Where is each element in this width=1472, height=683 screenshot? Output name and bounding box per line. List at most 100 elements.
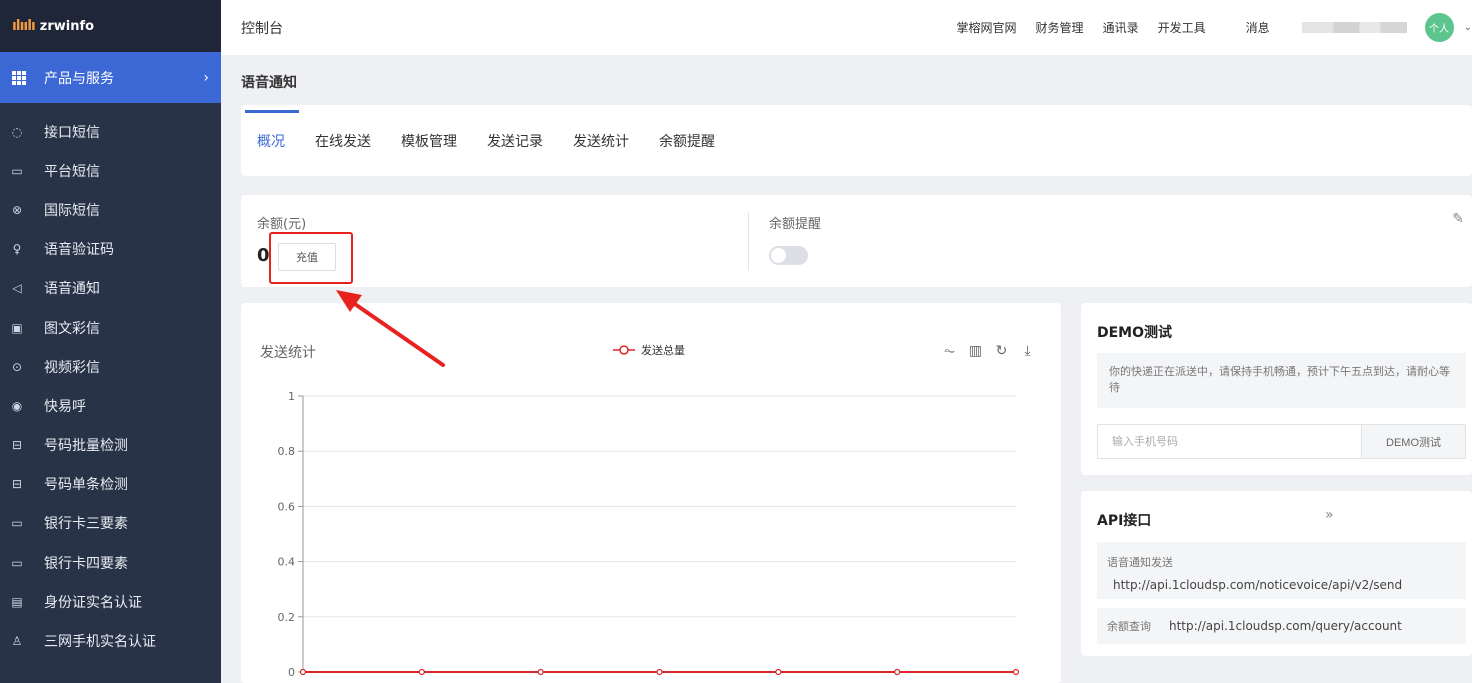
sidebar-item-intl-sms[interactable]: ⊗ 国际短信 — [0, 190, 221, 229]
edit-icon[interactable]: ✎ — [1452, 211, 1464, 227]
api-row-url[interactable]: http://api.1cloudsp.com/query/account — [1169, 619, 1402, 633]
tab-online-send[interactable]: 在线发送 — [315, 131, 371, 151]
sidebar-section-label: 产品与服务 — [44, 70, 114, 87]
sidebar-item-platform-sms[interactable]: ▭ 平台短信 — [0, 151, 221, 190]
sidebar-item-id-verify[interactable]: ▤ 身份证实名认证 — [0, 582, 221, 621]
users-icon: ♙ — [11, 634, 23, 649]
sidebar-item-quick-call[interactable]: ◉ 快易呼 — [0, 386, 221, 425]
globe-icon: ⊗ — [11, 202, 23, 217]
sidebar-item-api-sms[interactable]: ◌ 接口短信 — [0, 112, 221, 151]
sidebar-item-label: 语音通知 — [44, 281, 100, 298]
demo-description: 你的快递正在派送中，请保持手机畅通，预计下午五点到达，请耐心等待 — [1097, 353, 1466, 408]
divider — [748, 212, 749, 270]
chart-panel: 发送统计 发送总量 ⏦ ▥ ↻ ⤓ 1 0.8 0.6 0.4 0.2 0 — [241, 303, 1061, 683]
sidebar-item-voice-code[interactable]: ♀ 语音验证码 — [0, 230, 221, 269]
speaker-icon: ◁ — [12, 281, 22, 296]
api-title: API接口 — [1097, 513, 1152, 529]
chevron-right-icon: › — [203, 69, 209, 86]
tab-overview[interactable]: 概况 — [245, 109, 299, 151]
grid-icon — [12, 70, 26, 85]
sidebar-menu: ◌ 接口短信 ▭ 平台短信 ⊗ 国际短信 ♀ 语音验证码 ◁ 语音通知 ▣ 图文彩信 ⊙ 视频… — [0, 103, 221, 661]
page-title: 控制台 — [241, 20, 283, 37]
y-tick-label: 0.8 — [278, 445, 296, 458]
api-row-voice-notice: 语音通知发送 http://api.1cloudsp.com/noticevoic… — [1097, 542, 1466, 599]
chart-plot: 1 0.8 0.6 0.4 0.2 0 — [278, 390, 1020, 679]
sidebar-item-batch-check[interactable]: ⊟ 号码批量检测 — [0, 426, 221, 465]
balance-panel: 余额(元) 0 充值 余额提醒 ✎ — [241, 195, 1472, 287]
tabs-panel: 概况 在线发送 模板管理 发送记录 发送统计 余额提醒 — [241, 105, 1472, 176]
tab-templates[interactable]: 模板管理 — [401, 131, 457, 151]
scan-icon: ⊟ — [11, 477, 23, 492]
tab-send-records[interactable]: 发送记录 — [487, 131, 543, 151]
section-title: 语音通知 — [241, 75, 297, 91]
demo-test-button[interactable]: DEMO测试 — [1361, 425, 1465, 458]
sidebar-item-label: 银行卡三要素 — [44, 516, 128, 533]
api-panel: API接口 » 语音通知发送 http://api.1cloudsp.com/no… — [1081, 491, 1472, 656]
avatar[interactable]: 个人 — [1424, 13, 1454, 42]
dial-icon: ◉ — [11, 398, 23, 413]
nav-official-site[interactable]: 掌榕网官网 — [957, 19, 1017, 36]
balance-reminder-label: 余额提醒 — [769, 217, 822, 232]
scan-icon: ⊟ — [11, 438, 23, 453]
top-header: 控制台 掌榕网官网 财务管理 通讯录 开发工具 消息 个人 ⌄ — [221, 0, 1472, 55]
balance-value: 0 — [257, 245, 270, 266]
id-card-icon: ▤ — [11, 594, 23, 609]
chevron-down-icon[interactable]: ⌄ — [1464, 22, 1472, 33]
balance-reminder-toggle[interactable] — [769, 246, 808, 265]
card-icon: ▭ — [11, 516, 23, 531]
sidebar-item-video-mms[interactable]: ⊙ 视频彩信 — [0, 347, 221, 386]
double-chevron-right-icon[interactable]: » — [1325, 507, 1334, 523]
sidebar-item-label: 平台短信 — [44, 163, 100, 180]
phone-number-input[interactable] — [1098, 425, 1361, 458]
nav-dev-tools[interactable]: 开发工具 — [1158, 19, 1206, 36]
demo-panel: DEMO测试 你的快递正在派送中，请保持手机畅通，预计下午五点到达，请耐心等待 … — [1081, 303, 1472, 475]
sidebar-item-label: 语音验证码 — [44, 242, 114, 259]
y-tick-label: 0.4 — [278, 556, 296, 569]
image-icon: ▣ — [11, 320, 23, 335]
data-point[interactable] — [418, 668, 425, 676]
sidebar-item-single-check[interactable]: ⊟ 号码单条检测 — [0, 465, 221, 504]
username-redacted — [1301, 22, 1407, 33]
sidebar-item-bank3[interactable]: ▭ 银行卡三要素 — [0, 504, 221, 543]
sidebar-item-label: 图文彩信 — [44, 320, 100, 337]
sidebar-item-voice-notice[interactable]: ◁ 语音通知 — [0, 269, 221, 308]
sidebar-item-label: 接口短信 — [44, 124, 100, 141]
microphone-icon: ♀ — [12, 242, 22, 257]
data-point[interactable] — [537, 668, 544, 676]
sidebar-item-bank4[interactable]: ▭ 银行卡四要素 — [0, 543, 221, 582]
api-row-label: 语音通知发送 — [1107, 556, 1173, 569]
y-tick-label: 1 — [288, 390, 295, 403]
nav-contacts[interactable]: 通讯录 — [1103, 19, 1139, 36]
sidebar-item-label: 国际短信 — [44, 202, 100, 219]
sidebar-products-services[interactable]: 产品与服务 › — [0, 52, 221, 103]
demo-input-row: DEMO测试 — [1097, 424, 1466, 459]
message-circle-icon: ◌ — [11, 124, 23, 139]
tab-send-stats[interactable]: 发送统计 — [573, 131, 629, 151]
play-circle-icon: ⊙ — [11, 359, 23, 374]
sidebar-item-label: 视频彩信 — [44, 359, 100, 376]
nav-finance[interactable]: 财务管理 — [1036, 19, 1084, 36]
nav-messages[interactable]: 消息 — [1246, 19, 1270, 36]
sidebar-item-mms[interactable]: ▣ 图文彩信 — [0, 308, 221, 347]
tab-bar: 概况 在线发送 模板管理 发送记录 发送统计 余额提醒 — [241, 105, 1472, 176]
sidebar-item-label: 三网手机实名认证 — [44, 634, 156, 651]
tab-balance-reminder[interactable]: 余额提醒 — [659, 131, 715, 151]
app-logo[interactable]: ılıılı zrwinfo — [0, 0, 221, 52]
card-icon: ▭ — [11, 555, 23, 570]
sidebar-item-label: 快易呼 — [44, 398, 86, 415]
sidebar-item-phone-verify[interactable]: ♙ 三网手机实名认证 — [0, 621, 221, 660]
api-row-url[interactable]: http://api.1cloudsp.com/noticevoice/api/… — [1113, 578, 1402, 592]
api-row-label: 余额查询 — [1107, 620, 1151, 633]
sidebar-item-label: 银行卡四要素 — [44, 555, 128, 572]
logo-text: zrwinfo — [39, 18, 95, 34]
data-point[interactable] — [1012, 668, 1020, 676]
data-point[interactable] — [299, 668, 307, 676]
data-point[interactable] — [894, 668, 901, 676]
data-point[interactable] — [656, 668, 663, 676]
logo-mark-icon: ılıılı — [12, 18, 36, 34]
y-tick-label: 0.2 — [278, 611, 296, 624]
api-row-balance-query: 余额查询 http://api.1cloudsp.com/query/accoun… — [1097, 608, 1466, 644]
data-point[interactable] — [775, 668, 782, 676]
sidebar-item-label: 身份证实名认证 — [44, 594, 142, 611]
highlight-box — [269, 232, 353, 284]
